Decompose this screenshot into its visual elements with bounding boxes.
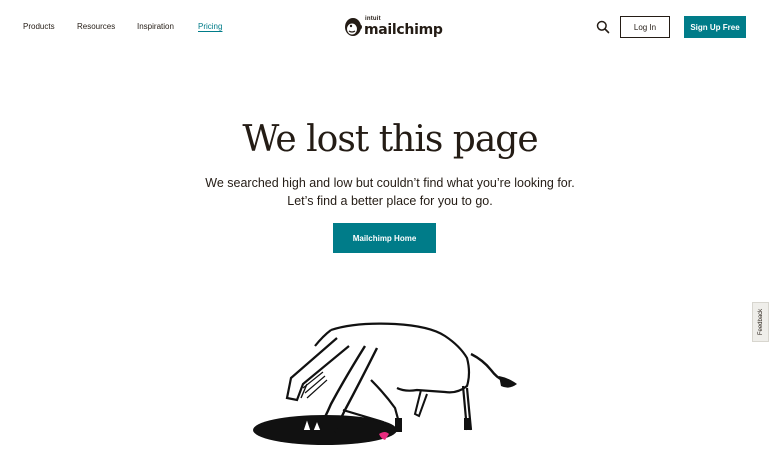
nav-link-resources[interactable]: Resources (77, 22, 115, 31)
subtitle-line-1: We searched high and low but couldn’t fi… (205, 176, 575, 190)
feedback-label: Feedback (757, 308, 764, 336)
page-title: We lost this page (242, 119, 538, 160)
mailchimp-home-button[interactable]: Mailchimp Home (333, 223, 436, 253)
nav-link-pricing[interactable]: Pricing (198, 22, 222, 31)
logo-wordmark: mailchimp (364, 22, 443, 38)
mailchimp-logo[interactable]: intuit mailchimp (343, 14, 443, 40)
subtitle-line-2: Let’s find a better place for you to go. (287, 194, 493, 208)
feedback-tab[interactable]: Feedback (752, 302, 769, 342)
nav-link-inspiration[interactable]: Inspiration (137, 22, 174, 31)
login-button[interactable]: Log In (620, 16, 670, 38)
horse-looking-into-hole-illustration (253, 322, 517, 445)
top-navigation: Products Resources Inspiration Pricing i… (0, 0, 780, 55)
nav-link-products[interactable]: Products (23, 22, 55, 31)
signup-button[interactable]: Sign Up Free (684, 16, 746, 38)
freddie-chimp-icon (345, 18, 362, 36)
page-subtitle: We searched high and low but couldn’t fi… (0, 174, 780, 210)
search-icon[interactable] (596, 20, 610, 34)
